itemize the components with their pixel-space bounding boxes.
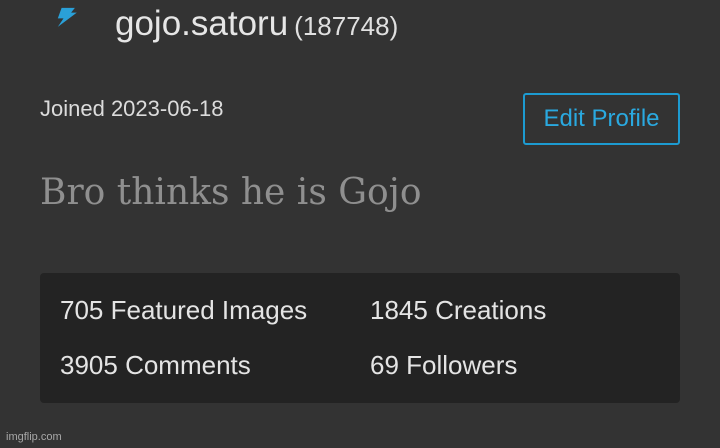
watermark: imgflip.com xyxy=(6,431,62,443)
profile-bio: Bro thinks he is Gojo xyxy=(40,172,422,213)
stats-panel: 705 Featured Images 1845 Creations 3905 … xyxy=(40,273,680,403)
stat-followers[interactable]: 69 Followers xyxy=(370,352,517,378)
stat-creations[interactable]: 1845 Creations xyxy=(370,297,546,323)
profile-header: gojo.satoru (187748) xyxy=(115,6,398,41)
username: gojo.satoru xyxy=(115,4,289,43)
user-id: (187748) xyxy=(294,11,399,41)
edit-profile-button[interactable]: Edit Profile xyxy=(523,93,680,145)
lightning-bolt-icon xyxy=(52,6,84,30)
joined-date: Joined 2023-06-18 xyxy=(40,96,224,121)
stat-comments[interactable]: 3905 Comments xyxy=(60,352,251,378)
stat-featured-images[interactable]: 705 Featured Images xyxy=(60,297,307,323)
